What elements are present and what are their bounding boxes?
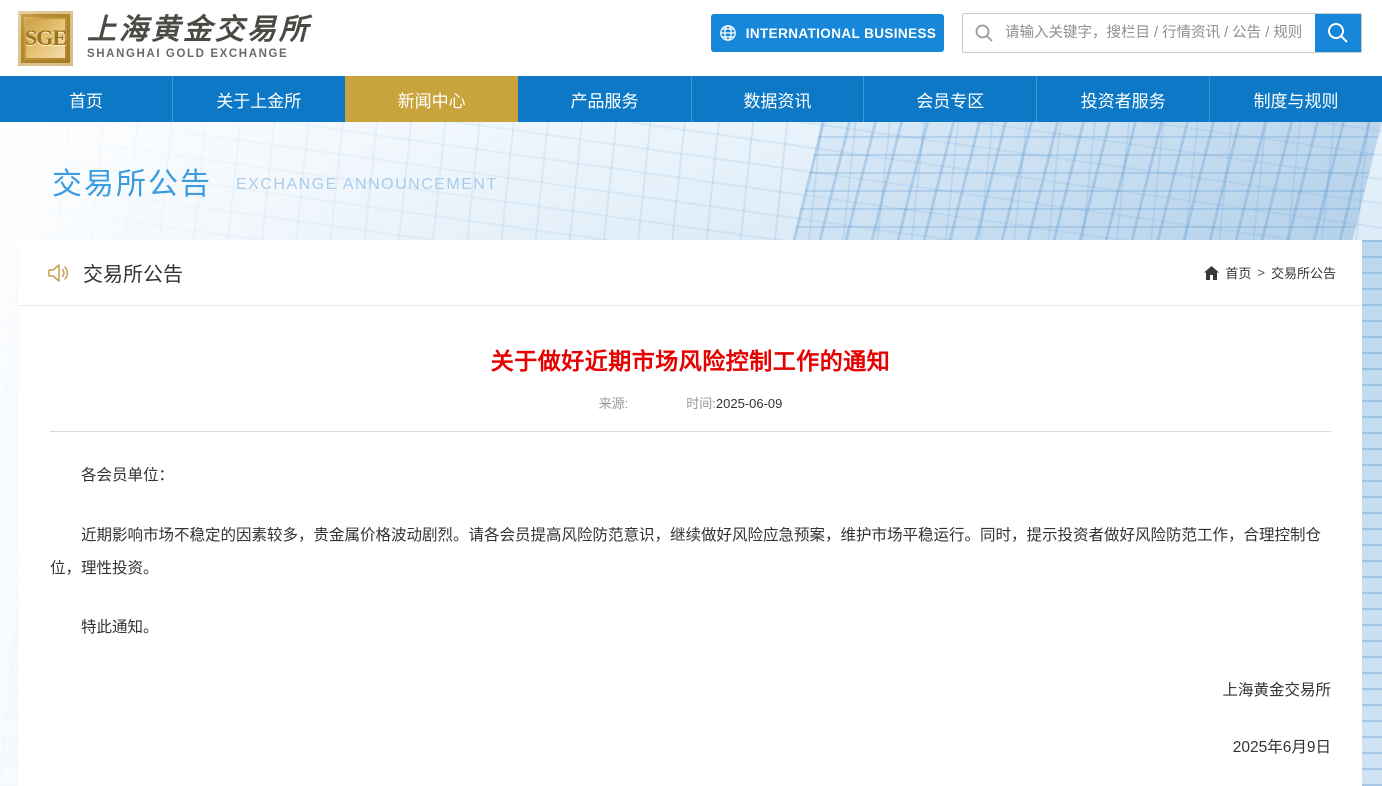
article-title: 关于做好近期市场风险控制工作的通知 — [490, 348, 891, 374]
section-heading: 交易所公告 — [46, 258, 183, 287]
search-submit-icon — [1328, 23, 1348, 43]
article-divider — [50, 431, 1331, 432]
logo-title-en: SHANGHAI GOLD EXCHANGE — [87, 47, 289, 60]
paragraph-main: 近期影响市场不稳定的因素较多，贵金属价格波动剧烈。请各会员提高风险防范意识，继续… — [50, 527, 1322, 577]
nav-item-investor-services[interactable]: 投资者服务 — [1036, 76, 1209, 122]
paragraph-salutation: 各会员单位： — [81, 467, 175, 484]
nav-item-rules[interactable]: 制度与规则 — [1209, 76, 1382, 122]
breadcrumb: 首页 > 交易所公告 — [1204, 263, 1336, 282]
nav-item-news-center[interactable]: 新闻中心 — [344, 76, 518, 122]
signature-name: 上海黄金交易所 — [1222, 682, 1331, 699]
article-meta: 来源: 时间:2025-06-09 — [50, 393, 1331, 412]
top-header: SGE 上海黄金交易所 SHANGHAI GOLD EXCHANGE INTER… — [0, 0, 1382, 76]
search-icon — [963, 14, 1005, 52]
nav-item-home[interactable]: 首页 — [0, 76, 172, 122]
nav-item-data-info[interactable]: 数据资讯 — [690, 76, 864, 122]
logo-badge-text: SGE — [24, 25, 67, 50]
search-submit-button[interactable] — [1315, 14, 1361, 52]
nav-item-about[interactable]: 关于上金所 — [171, 76, 345, 122]
article-body: 各会员单位： 近期影响市场不稳定的因素较多，贵金属价格波动剧烈。请各会员提高风险… — [50, 459, 1331, 764]
speaker-icon — [48, 263, 69, 282]
section-title: 交易所公告 — [83, 264, 183, 286]
source-label: 来源: — [598, 396, 629, 411]
page: SGE 上海黄金交易所 SHANGHAI GOLD EXCHANGE INTER… — [0, 0, 1382, 786]
nav-item-products-services[interactable]: 产品服务 — [518, 76, 691, 122]
home-icon — [1204, 265, 1220, 280]
breadcrumb-separator: > — [1257, 265, 1265, 280]
logo-text: 上海黄金交易所 SHANGHAI GOLD EXCHANGE — [87, 13, 312, 61]
nav-item-member-zone[interactable]: 会员专区 — [863, 76, 1036, 122]
sge-logo[interactable]: SGE 上海黄金交易所 SHANGHAI GOLD EXCHANGE — [18, 10, 312, 66]
paragraph-closing: 特此通知。 — [81, 619, 159, 636]
breadcrumb-home[interactable]: 首页 — [1225, 263, 1251, 282]
banner: 交易所公告 EXCHANGE ANNOUNCEMENT — [0, 122, 1382, 240]
signature-date: 2025年6月9日 — [1232, 739, 1331, 756]
international-business-label: INTERNATIONAL BUSINESS — [745, 25, 937, 41]
time-value: 2025-06-09 — [715, 396, 783, 411]
banner-subtitle: EXCHANGE ANNOUNCEMENT — [236, 176, 498, 193]
search-box — [962, 13, 1362, 53]
search-input[interactable] — [1005, 14, 1315, 52]
logo-title-cn: 上海黄金交易所 — [87, 13, 312, 46]
sge-logo-badge-icon: SGE — [18, 10, 73, 66]
globe-icon — [719, 25, 736, 41]
announcement-article: 关于做好近期市场风险控制工作的通知 来源: 时间:2025-06-09 各会员单位… — [19, 342, 1362, 764]
international-business-button[interactable]: INTERNATIONAL BUSINESS — [711, 14, 944, 52]
main-nav: 首页 关于上金所 新闻中心 产品服务 数据资讯 会员专区 投资者服务 制度与规则 — [0, 76, 1382, 122]
breadcrumb-current: 交易所公告 — [1270, 266, 1336, 281]
time-label: 时间: — [686, 396, 716, 411]
content-card-header: 交易所公告 首页 > 交易所公告 — [19, 240, 1362, 306]
banner-title: 交易所公告 — [52, 168, 212, 201]
content-card: 交易所公告 首页 > 交易所公告 关于做好近期市场风险控制工作的通知 来源: 时间… — [19, 240, 1362, 786]
